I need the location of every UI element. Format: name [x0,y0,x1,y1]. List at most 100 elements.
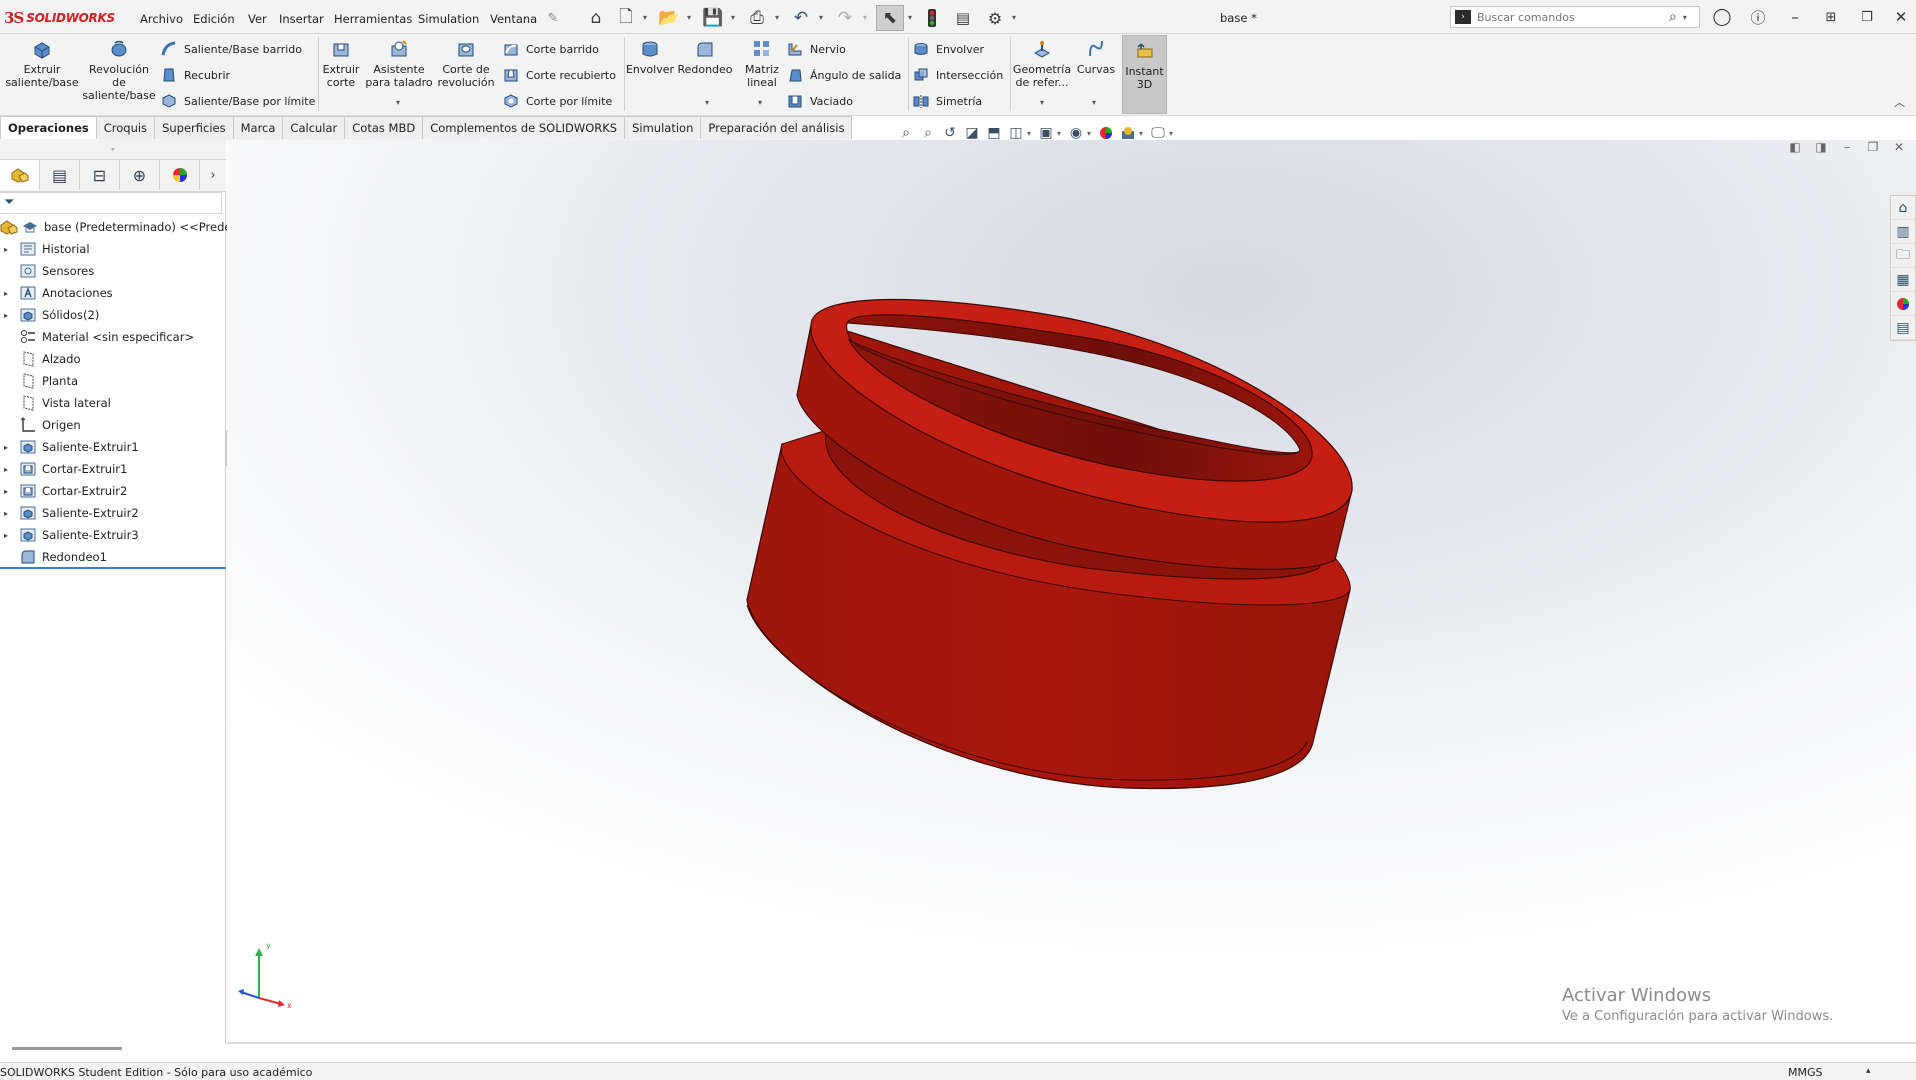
recubrir-button[interactable]: Recubrir [160,65,230,85]
minimize-icon[interactable]: – [1780,6,1810,28]
saliente-barrido-button[interactable]: Saliente/Base barrido [160,39,302,59]
geometria-referencia-button[interactable]: Geometría de refer... [1012,38,1072,89]
tree-item-anotaciones[interactable]: ▸ Anotaciones [0,282,226,304]
search-icon[interactable]: ⌕ [1669,9,1677,25]
asistente-taladro-button[interactable]: Asistente para taladro [364,38,434,89]
viewport-tile-right-icon[interactable]: ◨ [1814,140,1828,154]
print-dropdown-arrow[interactable]: ▾ [775,13,779,22]
panel-horizontal-scrollbar[interactable] [12,1047,122,1050]
tree-item-cortar-extruir1[interactable]: ▸ Cortar-Extruir1 [0,458,226,480]
hole-wizard-dropdown-arrow[interactable]: ▾ [396,98,400,107]
solidworks-resources-home-icon[interactable]: ⌂ [1891,196,1915,220]
tree-item-planta[interactable]: Planta [0,370,226,392]
open-dropdown-arrow[interactable]: ▾ [687,13,691,22]
menu-ventana[interactable]: Ventana [490,12,537,26]
pin-icon[interactable]: ✎ [545,7,561,29]
menu-edicion[interactable]: Edición [193,12,235,26]
undo-dropdown-arrow[interactable]: ▾ [819,13,823,22]
interseccion-button[interactable]: Intersección [912,65,1003,85]
redo-dropdown-arrow[interactable]: ▾ [863,13,867,22]
custom-properties-icon[interactable]: ▤ [1891,316,1915,340]
feature-tree-tab-icon[interactable] [0,160,40,190]
solidworks-logo[interactable]: 3S SOLIDWORKS [4,8,120,28]
viewport-close-icon[interactable]: ✕ [1892,140,1906,154]
saliente-limite-button[interactable]: Saliente/Base por límite [160,91,315,111]
expand-arrow-icon[interactable]: ▸ [4,245,14,254]
revolucion-saliente-button[interactable]: Revolución de saliente/base [82,38,156,102]
rebuild-traffic-light-icon[interactable] [922,7,942,29]
open-icon[interactable]: 📂 [658,7,680,29]
envolver-button[interactable]: Envolver [912,39,984,59]
collapse-ribbon-chevron-icon[interactable]: ︿ [1894,94,1905,110]
select-dropdown-arrow[interactable]: ▾ [908,13,912,22]
new-document-icon[interactable]: 🗋 [616,7,636,29]
curves-dropdown-arrow[interactable]: ▾ [1092,98,1096,107]
search-dropdown-arrow[interactable]: ▾ [1683,13,1687,22]
menu-herramientas[interactable]: Herramientas [334,12,412,26]
rollback-bar[interactable] [0,567,226,569]
tree-item-material[interactable]: Material <sin especificar> [0,326,226,348]
matriz-lineal-button[interactable]: Matriz lineal [740,38,784,89]
tab-complementos[interactable]: Complementos de SOLIDWORKS [422,116,626,139]
help-icon[interactable]: ⓘ [1743,6,1773,28]
tree-item-origen[interactable]: Origen [0,414,226,436]
expand-arrow-icon[interactable]: ▸ [4,465,14,474]
graphics-area[interactable]: ◧ ◨ – ❐ ✕ ⌂ ▥ 🗀 ▦ ▤ y x Activar Windows … [227,140,1916,1044]
new-dropdown-arrow[interactable]: ▾ [643,13,647,22]
more-tabs-chevron-icon[interactable]: › [200,160,226,190]
dimxpert-tab-icon[interactable]: ⊕ [120,160,160,190]
appearances-icon[interactable] [1891,292,1915,316]
reference-dropdown-arrow[interactable]: ▾ [1040,98,1044,107]
home-icon[interactable]: ⌂ [584,7,608,29]
tab-superficies[interactable]: Superficies [154,116,234,139]
scene-dropdown-arrow[interactable]: ▾ [1139,129,1147,138]
simetria-button[interactable]: Simetría [912,91,982,111]
options-gear-icon[interactable]: ⚙ [984,7,1006,29]
save-dropdown-arrow[interactable]: ▾ [731,13,735,22]
tree-item-saliente-extruir3[interactable]: ▸ Saliente-Extruir3 [0,524,226,546]
hide-show-items-icon[interactable]: ◉ [1065,123,1087,143]
select-cursor-icon[interactable]: ⬉ [876,5,904,31]
tab-simulation[interactable]: Simulation [624,116,702,139]
user-account-icon[interactable]: ◯ [1707,6,1737,28]
expand-arrow-icon[interactable]: ▸ [4,443,14,452]
corte-recubierto-button[interactable]: Corte recubierto [502,65,616,85]
fillet-dropdown-arrow[interactable]: ▾ [705,98,709,107]
tree-item-alzado[interactable]: Alzado [0,348,226,370]
units-dropdown-arrow[interactable]: ▴ [1866,1066,1871,1076]
extruir-saliente-button[interactable]: Extruir saliente/base [4,38,80,89]
tab-marca[interactable]: Marca [232,116,284,139]
search-commands-box[interactable]: › ⌕ ▾ [1450,6,1700,28]
expand-arrow-icon[interactable]: ▸ [4,531,14,540]
tree-filter-box[interactable]: ⏷ [0,192,222,214]
corte-limite-button[interactable]: Corte por límite [502,91,612,111]
view-orientation-icon[interactable]: ◫ [1005,123,1027,143]
curvas-button[interactable]: Curvas [1074,38,1118,76]
search-input[interactable] [1477,10,1667,24]
tree-item-cortar-extruir2[interactable]: ▸ Cortar-Extruir2 [0,480,226,502]
angulo-salida-button[interactable]: Ángulo de salida [786,65,901,85]
dynamic-annotation-icon[interactable]: ⬒ [983,123,1005,143]
vaciado-button[interactable]: Vaciado [786,91,853,111]
previous-view-icon[interactable]: ↺ [939,123,961,143]
expand-arrow-icon[interactable]: ▸ [4,509,14,518]
menu-archivo[interactable]: Archivo [140,12,183,26]
redondeo-button[interactable]: Redondeo [677,38,733,76]
panel-grip-handle[interactable]: ⚬ [0,140,226,160]
file-explorer-icon[interactable]: 🗀 [1891,244,1915,268]
property-manager-tab-icon[interactable]: ▤ [40,160,80,190]
expand-arrow-icon[interactable]: ▸ [4,487,14,496]
view-settings-monitor-icon[interactable]: 🖵 [1147,123,1169,143]
apply-scene-icon[interactable] [1117,123,1139,143]
tree-item-saliente-extruir1[interactable]: ▸ Saliente-Extruir1 [0,436,226,458]
tree-item-vista-lateral[interactable]: Vista lateral [0,392,226,414]
close-icon[interactable]: ✕ [1886,6,1916,28]
corte-barrido-button[interactable]: Corte barrido [502,39,599,59]
pattern-dropdown-arrow[interactable]: ▾ [758,98,762,107]
view-settings-dropdown-arrow[interactable]: ▾ [1169,129,1177,138]
tree-item-historial[interactable]: ▸ Historial [0,238,226,260]
display-style-icon[interactable]: ▣ [1035,123,1057,143]
redo-icon[interactable]: ↷ [834,7,856,29]
view-palette-icon[interactable]: ▦ [1891,268,1915,292]
hide-show-dropdown-arrow[interactable]: ▾ [1087,129,1095,138]
